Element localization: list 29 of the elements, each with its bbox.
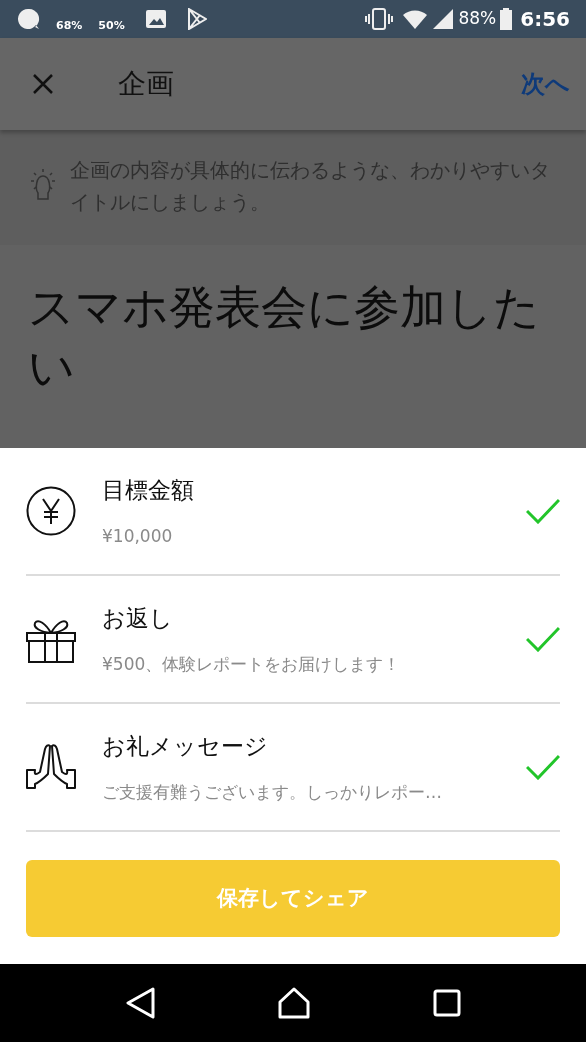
sheet-item[interactable]: お返し ¥500、体験レポートをお届けします！: [26, 576, 560, 704]
item-value: ¥10,000: [102, 524, 174, 548]
status-indicator: 68%: [56, 17, 83, 31]
play-store-icon: [186, 8, 207, 30]
item-label: お礼メッセージ: [102, 732, 269, 761]
wifi-icon: [402, 8, 429, 30]
chat-bubble-icon: [16, 7, 40, 31]
battery-icon: [500, 8, 513, 30]
home-icon[interactable]: [277, 987, 311, 1019]
image-icon: [144, 9, 167, 29]
item-value: ご支援有難うございます。しっかりレポー…: [102, 780, 443, 804]
project-title: スマホ発表会に参加したい: [28, 279, 541, 396]
battery-percent: 88%: [458, 7, 497, 31]
clock: 6:56: [520, 6, 570, 33]
app-bar-title: 企画: [118, 66, 174, 102]
vibrate-icon: [364, 8, 395, 30]
back-icon[interactable]: [125, 987, 155, 1019]
sheet-item[interactable]: 目標金額 ¥10,000: [26, 448, 560, 576]
close-icon[interactable]: [32, 73, 54, 95]
signal-icon: [432, 8, 455, 30]
item-label: 目標金額: [102, 476, 195, 505]
status-indicator: 50%: [98, 17, 125, 31]
sheet-item[interactable]: お礼メッセージ ご支援有難うございます。しっかりレポー…: [26, 704, 560, 832]
lightbulb-icon: [28, 168, 58, 202]
recent-apps-icon[interactable]: [433, 989, 461, 1017]
item-value: ¥500、体験レポートをお届けします！: [102, 652, 402, 676]
item-label: お返し: [102, 604, 174, 633]
praying-hands-icon: [26, 744, 76, 790]
yen-icon: [26, 486, 76, 536]
